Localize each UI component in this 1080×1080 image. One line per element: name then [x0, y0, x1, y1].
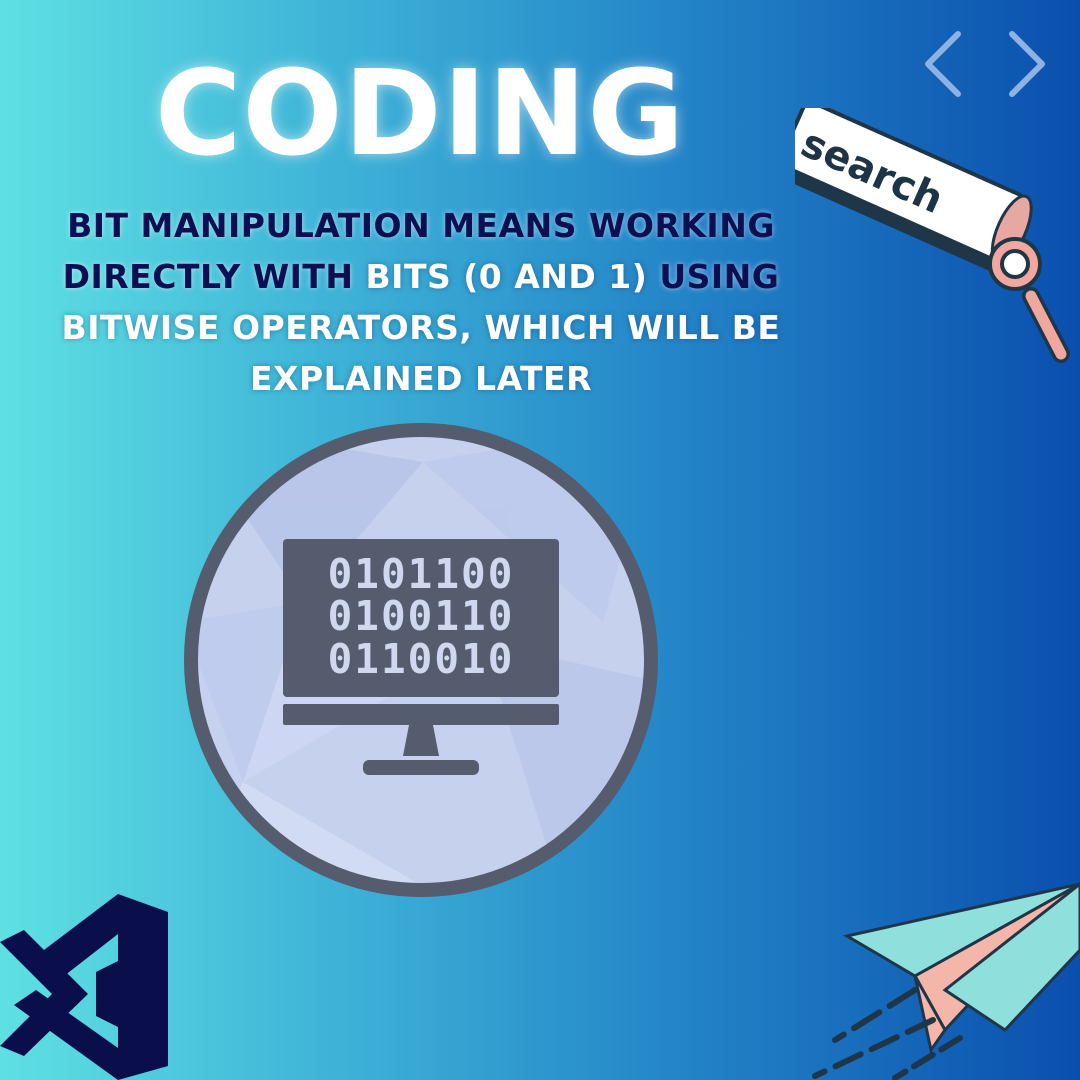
description-line-2-start: DIRECTLY WITH	[62, 257, 354, 296]
binary-row-3: 0110010	[328, 635, 515, 683]
paper-plane-illustration	[812, 882, 1080, 1080]
page-title: CODING	[154, 44, 686, 182]
visual-studio-logo	[0, 894, 168, 1080]
binary-row-2: 0100110	[328, 592, 515, 640]
chevron-left-icon[interactable]	[918, 28, 976, 100]
description-line-4: EXPLAINED LATER	[249, 359, 593, 398]
computer-illustration: 0101100 0100110 0110010	[184, 423, 658, 897]
magnifier-icon	[988, 237, 1070, 363]
description-line-2-highlight: BITS (0 AND 1)	[365, 257, 648, 296]
description-line-3: BITWISE OPERATORS, WHICH WILL BE	[61, 308, 781, 347]
description-line-2: DIRECTLY WITH BITS (0 AND 1) USING	[0, 251, 842, 302]
chevron-right-icon[interactable]	[1002, 28, 1060, 100]
description-text: BIT MANIPULATION MEANS WORKING DIRECTLY …	[0, 200, 842, 404]
search-bar-illustration: search	[795, 108, 1080, 363]
binary-row-1: 0101100	[328, 550, 515, 598]
description-line-2-end: USING	[659, 257, 780, 296]
description-line-1: BIT MANIPULATION MEANS WORKING	[67, 206, 775, 245]
